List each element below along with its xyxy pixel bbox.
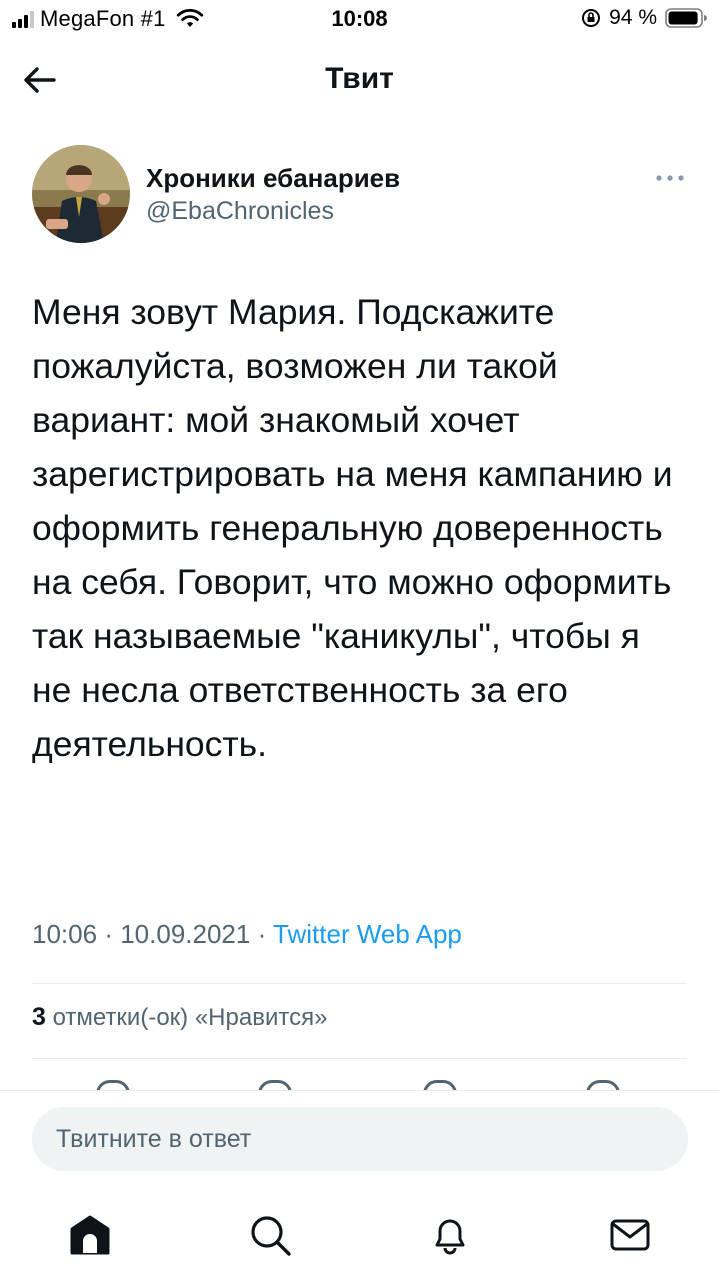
author-handle[interactable]: @EbaChronicles: [146, 195, 400, 227]
reply-bar: [0, 1090, 719, 1186]
avatar-image: [32, 145, 130, 243]
tweet-date: 10.09.2021: [120, 919, 251, 949]
avatar[interactable]: [32, 145, 130, 243]
tweet-meta: 10:06 · 10.09.2021 · Twitter Web App: [32, 919, 462, 950]
home-icon[interactable]: [68, 1213, 112, 1257]
battery-percent: 94 %: [609, 6, 657, 29]
messages-icon[interactable]: [608, 1213, 652, 1257]
battery-icon: [665, 8, 707, 28]
author-name[interactable]: Хроники ебанариев: [146, 161, 400, 195]
likes-count: 3: [32, 1003, 46, 1031]
page-title: Твит: [325, 62, 394, 95]
notifications-icon[interactable]: [428, 1213, 472, 1257]
reply-input[interactable]: [32, 1107, 688, 1171]
status-right: 94 %: [581, 6, 707, 30]
more-horizontal-icon[interactable]: [655, 173, 685, 183]
likes-label: отметки(-ок) «Нравится»: [52, 1004, 328, 1031]
header: Твит: [0, 40, 719, 122]
orientation-lock-icon: [582, 9, 601, 27]
status-bar: MegaFon #1 10:08 94 %: [0, 0, 719, 40]
search-icon[interactable]: [248, 1213, 292, 1257]
author-block[interactable]: Хроники ебанариев @EbaChronicles: [146, 161, 400, 227]
tweet-text: Меня зовут Мария. Подскажите пожалуйста,…: [32, 292, 673, 764]
tweet-time: 10:06: [32, 919, 98, 949]
meta-separator: ·: [257, 919, 267, 949]
divider: [32, 1058, 687, 1059]
likes-summary[interactable]: 3 отметки(-ок) «Нравится»: [32, 1003, 327, 1032]
tweet-source-link[interactable]: Twitter Web App: [273, 919, 462, 949]
meta-separator: ·: [104, 919, 113, 949]
bottom-tab-bar: [0, 1185, 719, 1280]
divider: [32, 983, 687, 984]
